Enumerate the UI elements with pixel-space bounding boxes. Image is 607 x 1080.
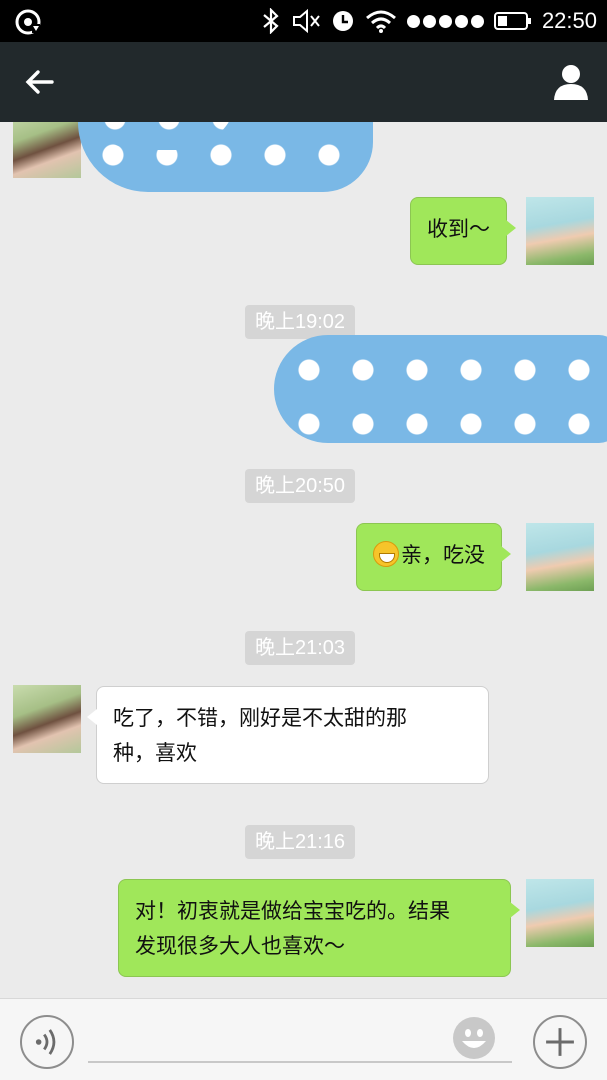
person-icon[interactable] <box>549 60 593 104</box>
timestamp: 晚上21:03 <box>245 631 356 665</box>
signal-icon <box>406 14 484 28</box>
avatar-self[interactable] <box>526 197 594 265</box>
plus-icon[interactable] <box>533 1015 587 1069</box>
message-input[interactable] <box>88 1061 512 1063</box>
chat-area[interactable]: 收到～ 晚上19:02 晚上20:50 亲，吃没 晚上21:03 吃了，不错，刚… <box>0 122 607 998</box>
mute-icon <box>292 8 320 34</box>
alarm-icon <box>332 11 353 31</box>
message-bubble-sent[interactable]: 亲，吃没 <box>356 523 511 591</box>
message-text-line: 吃了，不错，刚好是不太甜的那 <box>113 706 407 730</box>
avatar-self[interactable] <box>526 879 594 947</box>
avatar-contact[interactable] <box>13 685 81 753</box>
bluetooth-icon <box>263 8 279 34</box>
redacted-message <box>274 335 607 443</box>
grin-emoji-icon <box>373 541 399 567</box>
timestamp: 晚上19:02 <box>245 305 356 339</box>
message-text-line: 对！初衷就是做给宝宝吃的。结果 <box>135 899 450 923</box>
input-bar <box>0 998 607 1080</box>
message-bubble-sent[interactable]: 对！初衷就是做给宝宝吃的。结果 发现很多大人也喜欢～ <box>118 879 520 977</box>
timestamp: 晚上20:50 <box>245 469 356 503</box>
message-text: 收到～ <box>427 217 490 241</box>
avatar-self[interactable] <box>526 523 594 591</box>
status-time: 22:50 <box>541 8 597 33</box>
arrow-left-icon[interactable] <box>18 62 62 102</box>
avatar-contact[interactable] <box>13 122 81 178</box>
wifi-icon <box>365 10 396 33</box>
status-right: 22:50 <box>261 0 597 42</box>
message-text-line: 发现很多大人也喜欢～ <box>135 934 345 958</box>
voice-icon[interactable] <box>20 1015 74 1069</box>
title-bar <box>0 42 607 122</box>
message-bubble-received[interactable]: 吃了，不错，刚好是不太甜的那 种，喜欢 <box>87 686 489 784</box>
sync-icon <box>15 9 41 35</box>
smiley-icon[interactable] <box>453 1017 495 1059</box>
timestamp: 晚上21:16 <box>245 825 356 859</box>
message-bubble-sent[interactable]: 收到～ <box>410 197 516 265</box>
status-bar: 22:50 <box>0 0 607 42</box>
message-text-line: 种，喜欢 <box>113 741 197 765</box>
battery-icon <box>493 12 531 30</box>
message-text: 亲，吃没 <box>401 543 485 567</box>
